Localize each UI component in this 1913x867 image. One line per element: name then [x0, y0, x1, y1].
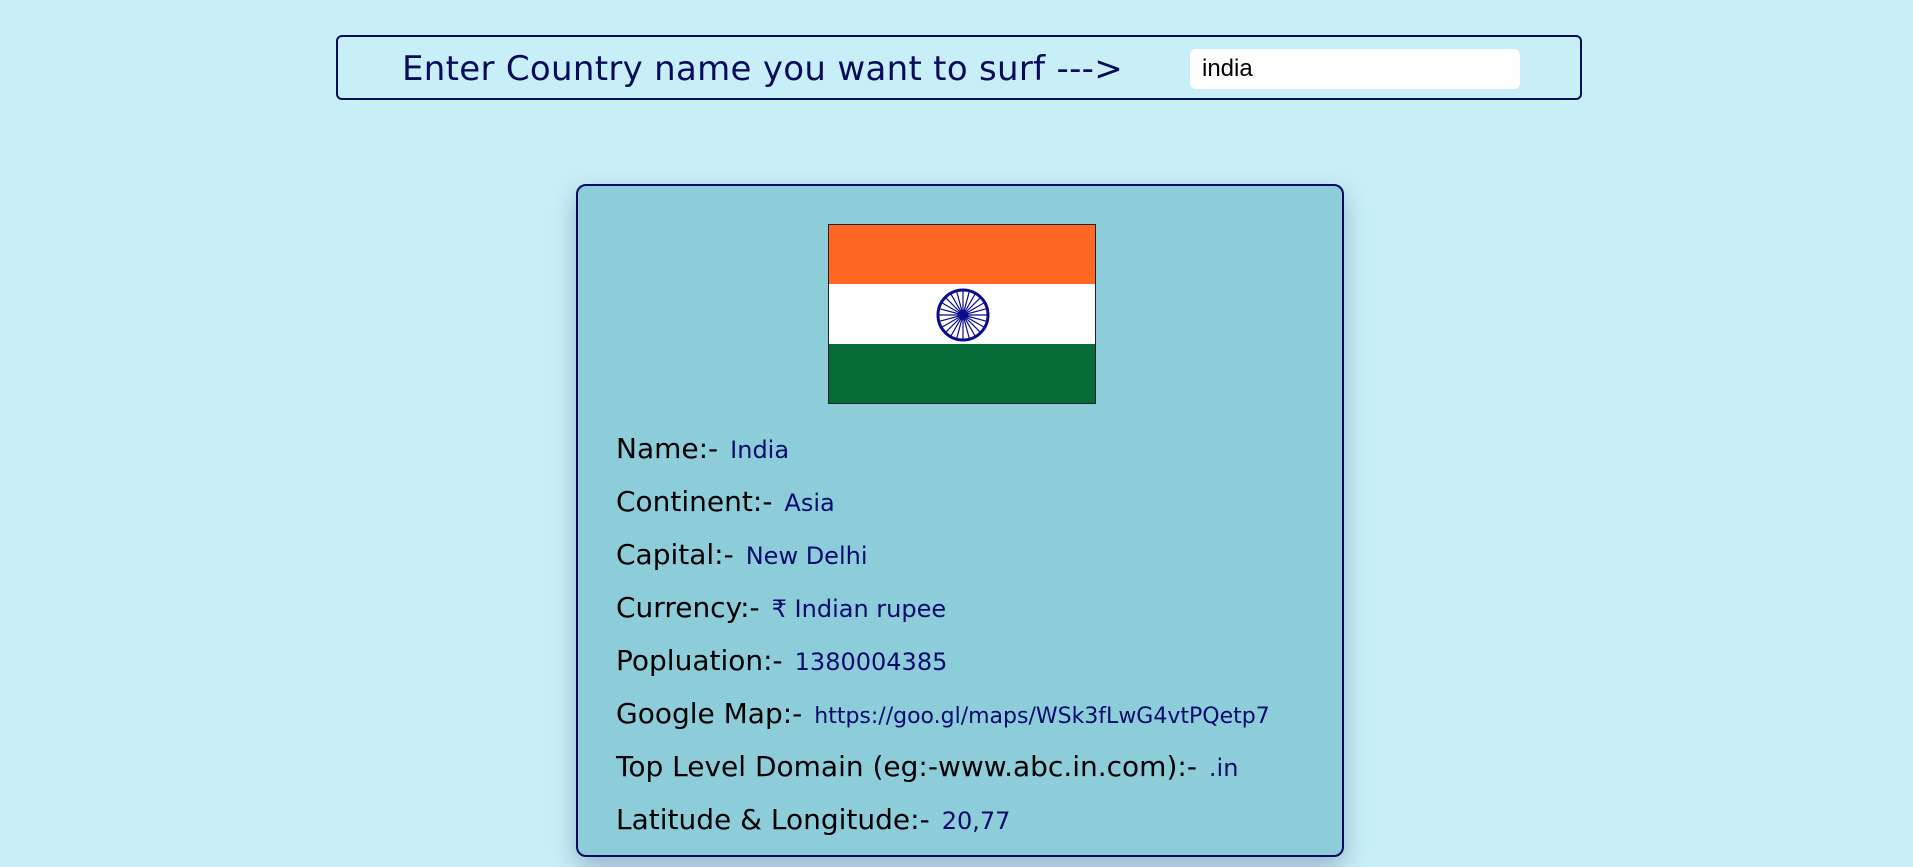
field-population: Popluation:- 1380004385: [616, 644, 947, 677]
field-value: 20,77: [941, 807, 1011, 835]
field-continent: Continent:- Asia: [616, 485, 835, 518]
field-label: Popluation:-: [616, 644, 783, 677]
flag-green-band: [829, 344, 1095, 403]
field-value: .in: [1208, 754, 1239, 782]
field-label: Name:-: [616, 432, 719, 465]
field-label: Currency:-: [616, 591, 760, 624]
field-currency: Currency:- ₹ Indian rupee: [616, 591, 946, 624]
field-label: Google Map:-: [616, 697, 803, 730]
field-value: New Delhi: [745, 542, 868, 570]
country-info-card: Name:- India Continent:- Asia Capital:- New…: [576, 184, 1344, 857]
field-name: Name:- India: [616, 432, 789, 465]
flag-saffron-band: [829, 225, 1095, 285]
field-google-map: Google Map:- https://goo.gl/maps/WSk3fLwG…: [616, 697, 1270, 730]
search-bar: Enter Country name you want to surf --->: [336, 35, 1582, 100]
field-value: ₹ Indian rupee: [771, 595, 947, 623]
field-capital: Capital:- New Delhi: [616, 538, 868, 571]
field-value: Asia: [784, 489, 835, 517]
field-value: 1380004385: [794, 648, 948, 676]
field-label: Top Level Domain (eg:-www.abc.in.com):-: [616, 750, 1197, 783]
country-search-input[interactable]: [1190, 49, 1520, 89]
field-label: Latitude & Longitude:-: [616, 803, 930, 836]
google-map-link[interactable]: https://goo.gl/maps/WSk3fLwG4vtPQetp7: [814, 704, 1269, 729]
field-label: Continent:-: [616, 485, 773, 518]
field-value: India: [730, 436, 790, 464]
field-label: Capital:-: [616, 538, 734, 571]
search-label: Enter Country name you want to surf --->: [402, 49, 1124, 89]
field-lat-long: Latitude & Longitude:- 20,77: [616, 803, 1010, 836]
indian-flag-icon: [828, 224, 1096, 404]
field-top-level-domain: Top Level Domain (eg:-www.abc.in.com):-.…: [616, 750, 1238, 783]
ashoka-chakra-icon: [936, 288, 990, 342]
